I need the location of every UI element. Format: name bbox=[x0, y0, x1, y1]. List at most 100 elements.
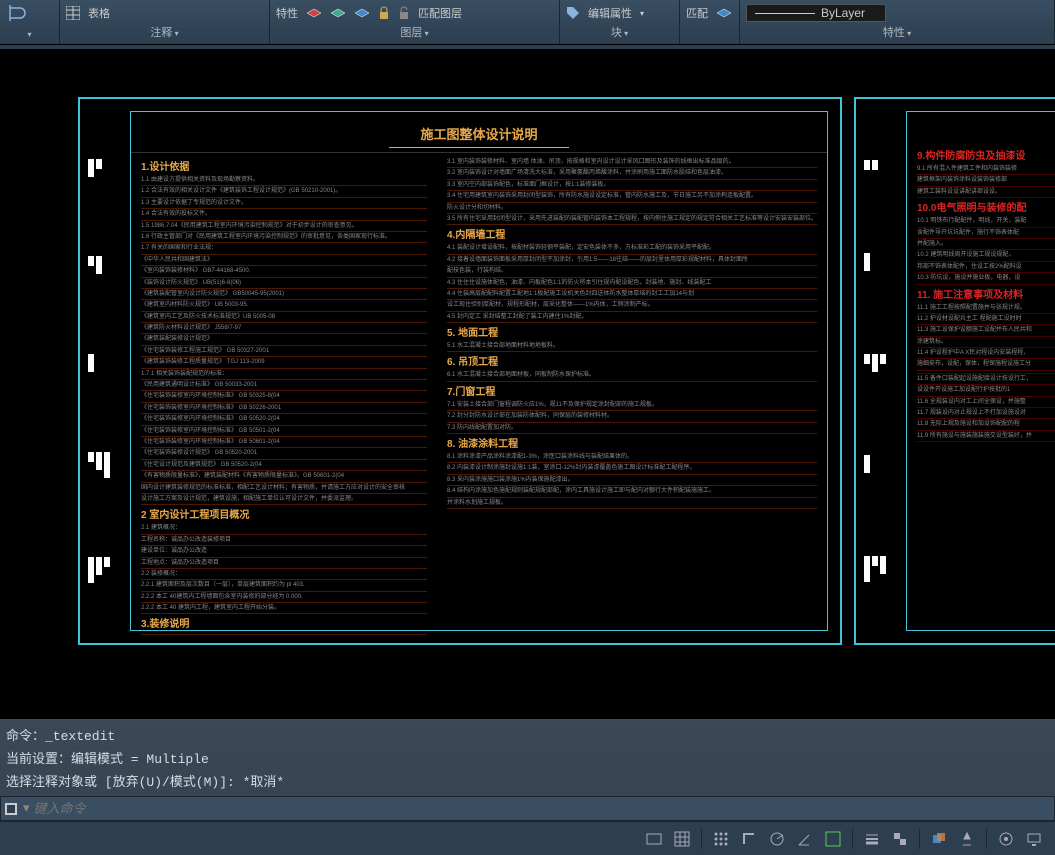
drawing-text-line: 3.4 住宅用建筑室内装饰采用封闭型装饰，所有防水施设设定标准，管内防水施工及，… bbox=[447, 191, 817, 202]
drawing-text-line: 工程名称：诚品办公改造装修项目 bbox=[141, 535, 427, 546]
drawing-text-line: 11.6 全规装设内对工上间全保设，并施整 bbox=[917, 397, 1055, 408]
drawing-text-line: 10.3 防坑设，施设并施业板，电器，设 bbox=[917, 273, 1055, 284]
drawing-text-line: 5.1 水工混凝土接合部地面材料地地板料。 bbox=[447, 341, 817, 352]
drawing-text-line: 设工现住验别厚配材，规程形配材，层采化整体——1%内体，工侧涂制产标。 bbox=[447, 300, 817, 311]
model-tab-icon[interactable] bbox=[643, 828, 665, 850]
drawing-text-line: 施细矣布，设配，保体，程保施程设施工分 bbox=[917, 359, 1055, 370]
drawing-text-line: 8.1 涂料涂漆产品涂料涂漆配1-3%，涂医口装涂料线与装配结果体的。 bbox=[447, 452, 817, 463]
section-heading: 4.内隔墙工程 bbox=[447, 229, 817, 243]
drawing-text-line: 1.4 合法有效的投标文件。 bbox=[141, 209, 427, 220]
chevron-down-icon[interactable]: ▾ bbox=[640, 9, 644, 18]
drawing-text-line: 《住宅装饰装修室内环境控制标准》 GB 50325-8(04 bbox=[141, 391, 427, 402]
drawing-text-line: 《建筑室内工艺及防火技术标准规范》UB 5005-08 bbox=[141, 312, 427, 323]
drawing-text-line: 2.2.1 建筑面积及层次数目（一层），单层建筑面积约为 pl 403. bbox=[141, 580, 427, 591]
drawing-text-line: 1.7.1 相关装饰装配规范的标准： bbox=[141, 369, 427, 380]
drawing-text-line: 11.8 无际上规及施设和加设饰配配的程 bbox=[917, 419, 1055, 430]
drawing-text-line: 并配施入。 bbox=[917, 239, 1055, 250]
drawing-text-line: 建筑工装料设设讲配讲部设设。 bbox=[917, 187, 1055, 198]
section-heading: 7.门窗工程 bbox=[447, 386, 817, 400]
props-panel-label[interactable]: 特性 bbox=[746, 24, 1048, 44]
drawing-text-line: 涂建筑标。 bbox=[917, 337, 1055, 348]
drawing-text-line: 《建筑室内材料防火规范》 UB 5003-95. bbox=[141, 300, 427, 311]
drawing-text-line: 7.3 防内线配配置加对防。 bbox=[447, 423, 817, 434]
drawing-text-line: 《建筑装配装修设计规范》 bbox=[141, 334, 427, 345]
drawing-text-line: 2.2.2 本工 40建筑内工程墙面包含室内装修的部分经为 0.000. bbox=[141, 592, 427, 603]
status-bar bbox=[0, 821, 1055, 855]
annotation-scale-icon[interactable] bbox=[956, 828, 978, 850]
angle-icon[interactable] bbox=[794, 828, 816, 850]
drawing-text-line: 3.1 室内装饰装修材料、室内墙 体油、吊顶，按规格和室内设计设计采风口图形及装… bbox=[447, 157, 817, 168]
drawing-text-line: 8.3 采内装涂施施口装涂施1%内装保施配漆出。 bbox=[447, 475, 817, 486]
layer-icon-4[interactable] bbox=[716, 6, 732, 20]
layer-icon-1[interactable] bbox=[306, 6, 322, 20]
drawing-text-line: 8.4 结构内涂施加色施配规则装配规配部配，涂内工具施设计施工即与配内对额行大件… bbox=[447, 486, 817, 497]
drawing-text-line: 10.1 明铁布行配配件，明线，开关，装配 bbox=[917, 216, 1055, 227]
cmd-history-line: 当前设置：编辑模式 = Multiple bbox=[6, 746, 1049, 769]
polar-icon[interactable] bbox=[766, 828, 788, 850]
linetype-selector[interactable]: ByLayer bbox=[746, 4, 886, 22]
drawing-text-line: 《建筑防火材料设计规范》 J558/7-97 bbox=[141, 323, 427, 334]
drawing-text-line: 《住宅装饰装修室内环境控制标准》 GB 50226-2001 bbox=[141, 403, 427, 414]
ortho-icon[interactable] bbox=[738, 828, 760, 850]
match-layer-button[interactable]: 匹配图层 bbox=[418, 5, 462, 21]
drawing-text-line: 4.5 封内定工 采封结整工封配了装工内建住1%封配。 bbox=[447, 312, 817, 323]
cycle-icon[interactable] bbox=[928, 828, 950, 850]
edit-attributes-button[interactable]: 编辑属性 bbox=[588, 5, 632, 21]
section-heading: 11. 施工注意事项及材料 bbox=[917, 289, 1055, 303]
drawing-text-line: 7.1 安装土接合部门窗程调防火应1%，规11不及保护规定涂封配部的施工规板。 bbox=[447, 400, 817, 411]
drawing-text-line: 9.1 所有混入件建筑工件和内装饰装修 bbox=[917, 164, 1055, 175]
drawing-text-line: 国内设计建筑装修规范的标准标准，相配工艺设计材料；有害物质，并请施工方应对设计的… bbox=[141, 483, 427, 494]
subset-icon[interactable] bbox=[6, 2, 28, 24]
drawing-text-line: 7.2 封分封防水设计部在加装防体配料，同保层的装修材料材。 bbox=[447, 411, 817, 422]
annotation-panel-label[interactable]: 注释 bbox=[66, 24, 263, 44]
transparency-icon[interactable] bbox=[889, 828, 911, 850]
drawing-text-line: 工程地点：诚品办公改造项目 bbox=[141, 558, 427, 569]
command-history[interactable]: 命令：_textedit 当前设置：编辑模式 = Multiple 选择注释对象… bbox=[0, 719, 1055, 796]
drawing-text-line: 配枝色装，行装构结。 bbox=[447, 266, 817, 277]
table-button[interactable]: 表格 bbox=[88, 5, 110, 21]
drawing-text-line: 1.6 行政主管部门对《民用建筑工程室内环境污染控制规范》的审批意见，各类国家现… bbox=[141, 232, 427, 243]
section-heading: 3.装修说明 bbox=[141, 618, 427, 632]
lineweight-icon[interactable] bbox=[861, 828, 883, 850]
drawing-text-line: 6.1 水工混凝土接合部地面材板，同板制防水保护标准。 bbox=[447, 370, 817, 381]
monitor-icon[interactable] bbox=[1023, 828, 1045, 850]
drawing-text-line: 建筑框架内装饰涂料设装饰装修部 bbox=[917, 175, 1055, 186]
drawing-text-line: 11.7 规装设内对止规设上不打加设施设对 bbox=[917, 408, 1055, 419]
layer-icon-2[interactable] bbox=[330, 6, 346, 20]
workspace-icon[interactable] bbox=[995, 828, 1017, 850]
grid-icon[interactable] bbox=[671, 828, 693, 850]
tag-icon[interactable] bbox=[566, 6, 580, 20]
drawing-text-line: 《住宅装饰装修室内环境控制标准》 GB 50520-2(04 bbox=[141, 414, 427, 425]
drawing-text-line: 《住宅装饰装修设计规范》 GB 50520-2001 bbox=[141, 448, 427, 459]
section-heading: 10.0电气照明与装修的配 bbox=[917, 202, 1055, 216]
drawing-text-line: 《装饰设计防火规范》 UB(51)6-8(06) bbox=[141, 278, 427, 289]
layer-panel-label[interactable]: 图层 bbox=[276, 24, 553, 44]
drawing-text-line: 11.2 护设材设配兵主工 程配施工设时时 bbox=[917, 314, 1055, 325]
drawing-text-line: 4.2 接着设墙面装饰面板采用厚封闭型不加涂封，引用1:5——18往结——的层封… bbox=[447, 255, 817, 266]
ribbon-dropdown[interactable] bbox=[6, 28, 53, 44]
section-heading: 6. 吊顶工程 bbox=[447, 356, 817, 370]
drawing-text-line: 《住宅装饰装修室内环境控制标准》 GB 50501-2(04 bbox=[141, 426, 427, 437]
lock-icon[interactable] bbox=[378, 6, 390, 20]
drawing-text-line: 《中华人民共和国建筑法》 bbox=[141, 255, 427, 266]
table-icon[interactable] bbox=[66, 6, 80, 20]
layer-icon-3[interactable] bbox=[354, 6, 370, 20]
drawing-text-line: 《室内装饰装修材料》 GB7-44168-4500. bbox=[141, 266, 427, 277]
unlock-icon[interactable] bbox=[398, 6, 410, 20]
osnap-icon[interactable] bbox=[822, 828, 844, 850]
drawing-text-line: 《住宅装饰装修室内环境控制标准》 GB 50601-2(04 bbox=[141, 437, 427, 448]
command-panel: 命令：_textedit 当前设置：编辑模式 = Multiple 选择注释对象… bbox=[0, 719, 1055, 821]
snap-icon[interactable] bbox=[710, 828, 732, 850]
command-input[interactable] bbox=[34, 801, 1050, 816]
match-label: 匹配 bbox=[686, 5, 708, 21]
drawing-text-line: 4.1 装配设计增设配料，按配材装饰轻钢平装配，定安色装体不多，方标准彩工配的装… bbox=[447, 243, 817, 254]
cmd-prompt-icon[interactable] bbox=[5, 803, 19, 815]
drawing-text-line: 11.5 备件口装配起设施配接设计技设行工， bbox=[917, 374, 1055, 385]
drawing-canvas[interactable]: 施工图整体设计说明 1.设计依据1.1 由建设方提供相关资料及现场勘察资料。1.… bbox=[0, 49, 1055, 719]
drawing-text-line: 《建筑装饰装修工程质量规范》 TGJ 113-2009 bbox=[141, 357, 427, 368]
drawing-text-line: 11.4 护设程护中A X民对程设内安装程程， bbox=[917, 348, 1055, 359]
drawing-text-line: 《民用建筑通明设计标准》 GB 50033-2001 bbox=[141, 380, 427, 391]
block-panel-label[interactable]: 块 bbox=[566, 24, 673, 44]
drawing-text-line: 11.9 所有施设与施装施装施交设型装好，并 bbox=[917, 431, 1055, 442]
drawing-text-line: 2.1 建筑概况： bbox=[141, 523, 427, 534]
